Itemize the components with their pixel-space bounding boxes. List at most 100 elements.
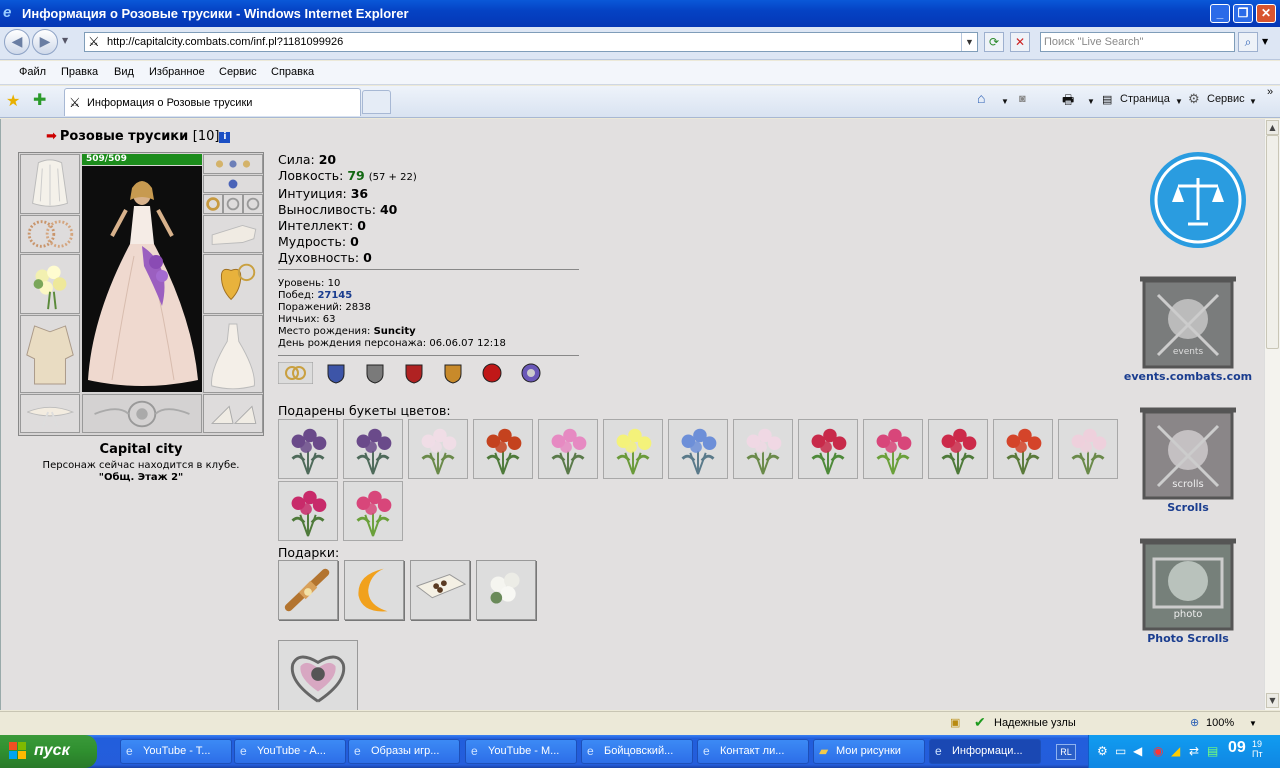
- chevron-more-icon[interactable]: »: [1267, 86, 1273, 98]
- refresh-button[interactable]: ⟳: [984, 32, 1004, 52]
- home-icon[interactable]: ⌂: [977, 90, 985, 106]
- ring3-slot[interactable]: [243, 194, 263, 214]
- flower-bouquet-11[interactable]: [928, 419, 988, 479]
- flower-bouquet-10[interactable]: [863, 419, 923, 479]
- taskbar-item[interactable]: e YouTube - M...: [465, 739, 577, 764]
- scrolls-link[interactable]: Scrolls: [1123, 501, 1253, 514]
- tray-app-icon[interactable]: ▤: [1207, 744, 1218, 758]
- vertical-scrollbar[interactable]: ▲ ▼: [1264, 119, 1280, 710]
- amulet-slot[interactable]: [203, 175, 263, 193]
- home-dropdown-icon[interactable]: ▼: [1001, 97, 1009, 106]
- armor-jacket-slot[interactable]: [20, 315, 80, 393]
- back-button[interactable]: ◀: [4, 29, 30, 55]
- info-icon[interactable]: i: [219, 132, 231, 143]
- signal-icon[interactable]: ◢: [1171, 744, 1180, 758]
- belt-slot[interactable]: [20, 394, 80, 433]
- heart-emblem-image[interactable]: [278, 640, 358, 710]
- feeds-icon[interactable]: ◙: [1019, 93, 1026, 105]
- gift-crescent[interactable]: [344, 560, 404, 620]
- flower-bouquet-12[interactable]: [993, 419, 1053, 479]
- shoes-slot[interactable]: [203, 394, 263, 433]
- wedding-rings-badge-icon[interactable]: [277, 361, 314, 385]
- taskbar-item[interactable]: e YouTube - T...: [120, 739, 232, 764]
- flower-bouquet-6[interactable]: [603, 419, 663, 479]
- flower-bouquet-2[interactable]: [343, 419, 403, 479]
- taskbar-item[interactable]: ▰ Мои рисунки: [813, 739, 925, 764]
- start-button[interactable]: пуск: [0, 735, 97, 768]
- language-indicator[interactable]: RL: [1056, 744, 1076, 760]
- flower-bouquet-3[interactable]: [408, 419, 468, 479]
- add-favorite-icon[interactable]: ✚: [33, 90, 46, 109]
- favorites-star-icon[interactable]: ★: [6, 91, 20, 110]
- grey-shield-badge-icon[interactable]: [364, 362, 386, 384]
- flower-bouquet-1[interactable]: [278, 419, 338, 479]
- ring2-slot[interactable]: [223, 194, 243, 214]
- tab-active[interactable]: ⚔ Информация о Розовые трусики: [64, 88, 361, 116]
- flower-bouquet-9[interactable]: [798, 419, 858, 479]
- dress-slot[interactable]: [203, 315, 263, 393]
- events-link[interactable]: events.combats.com: [1123, 370, 1253, 383]
- search-options-icon[interactable]: ▼: [1262, 37, 1268, 46]
- flower-bouquet-13[interactable]: [1058, 419, 1118, 479]
- close-button[interactable]: ✕: [1256, 4, 1276, 23]
- ring1-slot[interactable]: [203, 194, 223, 214]
- menu-help[interactable]: Справка: [271, 66, 314, 78]
- scroll-down-icon[interactable]: ▼: [1266, 693, 1279, 708]
- history-dropdown-icon[interactable]: ▼: [62, 36, 68, 45]
- zoom-dropdown-icon[interactable]: ▼: [1249, 719, 1257, 728]
- popup-blocked-icon[interactable]: ▣: [950, 716, 960, 729]
- address-dropdown-icon[interactable]: ▼: [961, 33, 977, 51]
- network-icon[interactable]: ⚙: [1097, 744, 1108, 758]
- menu-favorites[interactable]: Избранное: [149, 66, 205, 78]
- address-input[interactable]: ⚔ http://capitalcity.combats.com/inf.pl?…: [84, 32, 978, 52]
- menu-edit[interactable]: Правка: [61, 66, 98, 78]
- menu-tools[interactable]: Сервис: [219, 66, 257, 78]
- page-menu[interactable]: Страница: [1120, 93, 1170, 105]
- helmet-veil-slot[interactable]: [20, 154, 80, 214]
- taskbar-item[interactable]: e Бойцовский...: [581, 739, 693, 764]
- gift-rolling-pin[interactable]: [278, 560, 338, 620]
- bouquet-slot[interactable]: [20, 254, 80, 314]
- tools-dropdown-icon[interactable]: ▼: [1249, 97, 1257, 106]
- events-banner[interactable]: events: [1138, 275, 1238, 373]
- flower-bouquet-14[interactable]: [278, 481, 338, 541]
- necklace-slot[interactable]: [20, 215, 80, 253]
- clock-hour[interactable]: 09: [1228, 739, 1246, 757]
- new-tab-button[interactable]: [362, 90, 391, 114]
- speaker-icon[interactable]: ◀: [1133, 744, 1142, 758]
- menu-view[interactable]: Вид: [114, 66, 134, 78]
- gift-white-flowers[interactable]: [476, 560, 536, 620]
- page-dropdown-icon[interactable]: ▼: [1175, 97, 1183, 106]
- red-emblem-badge-icon[interactable]: [481, 362, 503, 384]
- scroll-up-icon[interactable]: ▲: [1266, 120, 1279, 135]
- scrolls-banner[interactable]: scrolls: [1138, 406, 1238, 504]
- flower-bouquet-7[interactable]: [668, 419, 728, 479]
- shield-locket-slot[interactable]: [203, 254, 263, 314]
- taskbar-item[interactable]: e Контакт ли...: [697, 739, 809, 764]
- law-scales-icon[interactable]: [1148, 150, 1248, 250]
- gloves-slot[interactable]: [203, 215, 263, 253]
- flower-bouquet-8[interactable]: [733, 419, 793, 479]
- usb-icon[interactable]: ⇄: [1189, 744, 1199, 758]
- zoom-level[interactable]: 100%: [1206, 717, 1234, 729]
- purple-emblem-badge-icon[interactable]: [520, 362, 542, 384]
- flower-bouquet-15[interactable]: [343, 481, 403, 541]
- security-zone[interactable]: Надежные узлы: [994, 717, 1076, 729]
- photo-scrolls-link[interactable]: Photo Scrolls: [1123, 632, 1253, 645]
- photo-scrolls-banner[interactable]: photo: [1138, 537, 1238, 635]
- menu-file[interactable]: Файл: [19, 66, 46, 78]
- flower-bouquet-5[interactable]: [538, 419, 598, 479]
- taskbar-item[interactable]: e Образы игр...: [348, 739, 460, 764]
- search-input[interactable]: Поиск "Live Search": [1040, 32, 1235, 52]
- flower-bouquet-4[interactable]: [473, 419, 533, 479]
- stop-button[interactable]: ✕: [1010, 32, 1030, 52]
- clock-detail[interactable]: 19 Пт: [1252, 739, 1263, 759]
- red-shield-badge-icon[interactable]: [403, 362, 425, 384]
- gift-chocolate-box[interactable]: [410, 560, 470, 620]
- private-arrow-icon[interactable]: ➡: [46, 129, 57, 144]
- tools-menu[interactable]: Сервис: [1207, 93, 1245, 105]
- orange-shield-badge-icon[interactable]: [442, 362, 464, 384]
- forward-button[interactable]: ▶: [32, 29, 58, 55]
- earrings-slot[interactable]: [203, 154, 263, 174]
- print-icon[interactable]: 🖶: [1062, 91, 1074, 113]
